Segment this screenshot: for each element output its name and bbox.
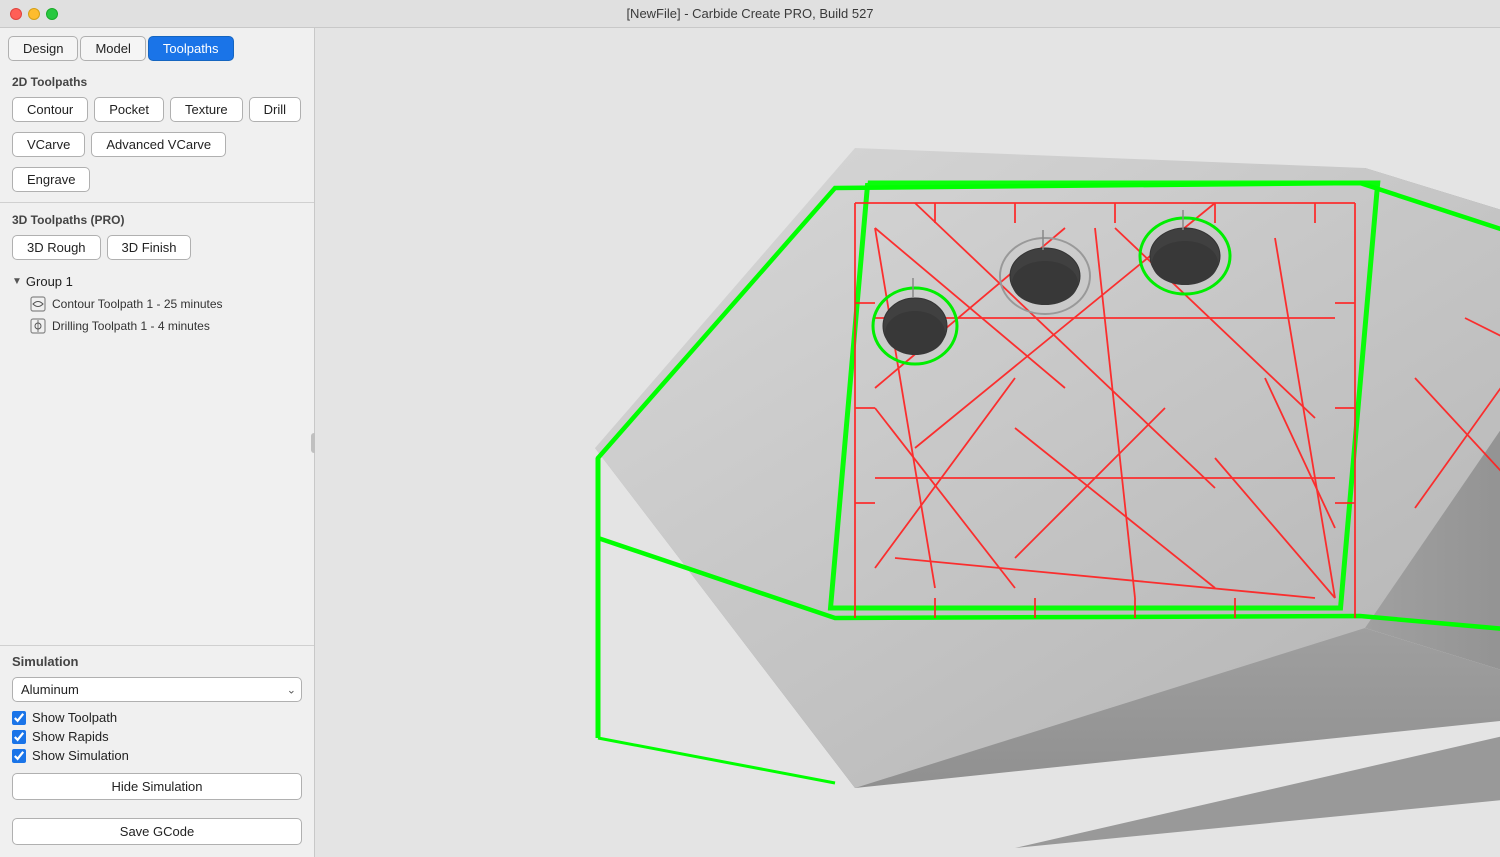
group-1-header[interactable]: ▼ Group 1 [8,270,306,293]
show-rapids-checkbox[interactable] [12,730,26,744]
texture-button[interactable]: Texture [170,97,243,122]
2d-toolpath-buttons: Contour Pocket Texture Drill [0,93,314,128]
section-3d-toolpaths: 3D Toolpaths (PRO) [0,207,314,231]
group-1-name: Group 1 [26,274,73,289]
pocket-button[interactable]: Pocket [94,97,164,122]
tab-bar: Design Model Toolpaths [0,36,314,69]
drilling-toolpath-label: Drilling Toolpath 1 - 4 minutes [52,319,210,333]
maximize-button[interactable] [46,8,58,20]
window-title: [NewFile] - Carbide Create PRO, Build 52… [626,6,873,21]
canvas-area [315,28,1500,857]
sidebar: Design Model Toolpaths 2D Toolpaths Cont… [0,28,315,857]
save-gcode-button[interactable]: Save GCode [12,818,302,845]
contour-toolpath-icon [30,296,46,312]
section-2d-toolpaths: 2D Toolpaths [0,69,314,93]
3d-toolpath-buttons: 3D Rough 3D Finish [0,231,314,266]
engrave-button[interactable]: Engrave [12,167,90,192]
material-select-wrapper: Aluminum Wood Plastic Steel ⌄ [12,677,302,702]
simulation-section: Simulation Aluminum Wood Plastic Steel ⌄… [0,645,314,808]
show-toolpath-row: Show Toolpath [12,710,302,725]
simulation-canvas[interactable] [315,28,1500,857]
3d-rough-button[interactable]: 3D Rough [12,235,101,260]
hide-simulation-button[interactable]: Hide Simulation [12,773,302,800]
show-simulation-row: Show Simulation [12,748,302,763]
toolpath-item-contour[interactable]: Contour Toolpath 1 - 25 minutes [8,293,306,315]
tab-model[interactable]: Model [80,36,145,61]
show-rapids-row: Show Rapids [12,729,302,744]
engrave-buttons: Engrave [0,163,314,198]
simulation-label: Simulation [12,654,302,669]
drilling-toolpath-icon [30,318,46,334]
contour-button[interactable]: Contour [12,97,88,122]
traffic-lights[interactable] [10,8,58,20]
title-bar: [NewFile] - Carbide Create PRO, Build 52… [0,0,1500,28]
show-simulation-checkbox[interactable] [12,749,26,763]
toolpath-item-drilling[interactable]: Drilling Toolpath 1 - 4 minutes [8,315,306,337]
drill-button[interactable]: Drill [249,97,301,122]
main-area: Design Model Toolpaths 2D Toolpaths Cont… [0,28,1500,857]
advanced-vcarve-button[interactable]: Advanced VCarve [91,132,226,157]
tab-design[interactable]: Design [8,36,78,61]
minimize-button[interactable] [28,8,40,20]
vcarve-buttons: VCarve Advanced VCarve [0,128,314,163]
show-rapids-label: Show Rapids [32,729,109,744]
3d-finish-button[interactable]: 3D Finish [107,235,192,260]
show-toolpath-label: Show Toolpath [32,710,117,725]
sidebar-resize-handle[interactable] [310,28,314,857]
show-simulation-label: Show Simulation [32,748,129,763]
contour-toolpath-label: Contour Toolpath 1 - 25 minutes [52,297,223,311]
toolpath-list: ▼ Group 1 Contour Toolpath 1 - 25 minute… [0,266,314,645]
group-collapse-icon: ▼ [12,276,22,287]
divider-1 [0,202,314,203]
tab-toolpaths[interactable]: Toolpaths [148,36,234,61]
close-button[interactable] [10,8,22,20]
vcarve-button[interactable]: VCarve [12,132,85,157]
material-select[interactable]: Aluminum Wood Plastic Steel [12,677,302,702]
show-toolpath-checkbox[interactable] [12,711,26,725]
